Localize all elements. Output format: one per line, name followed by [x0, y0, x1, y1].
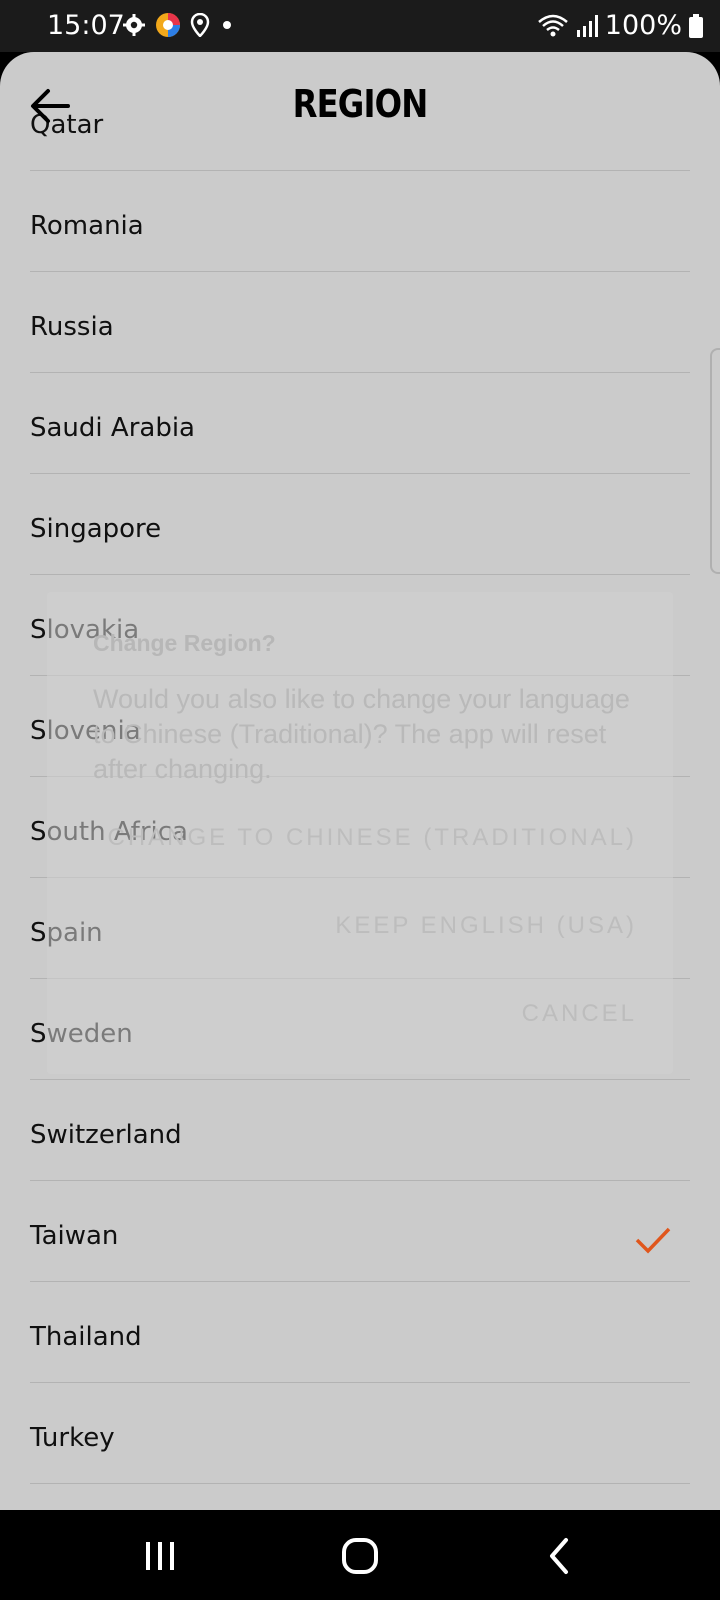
battery-icon [689, 13, 703, 38]
region-row[interactable]: Thailand [30, 1282, 690, 1383]
battery-percentage: 100% [604, 10, 682, 41]
region-row[interactable]: Saudi Arabia [30, 373, 690, 474]
recent-apps-icon[interactable] [136, 1532, 184, 1580]
wifi-icon [537, 14, 568, 36]
page-title: REGION [292, 82, 429, 126]
region-label: Switzerland [30, 1120, 182, 1150]
region-row[interactable]: Romania [30, 171, 690, 272]
region-label: Turkey [30, 1423, 115, 1453]
region-row[interactable]: Singapore [30, 474, 690, 575]
region-label: Thailand [30, 1322, 142, 1352]
region-label: Russia [30, 312, 114, 342]
dialog-title: Change Region? [93, 630, 276, 656]
back-icon[interactable] [536, 1532, 584, 1580]
signal-icon [576, 14, 598, 37]
settings-icon [123, 14, 145, 36]
dialog-message: Would you also like to change your langu… [93, 684, 630, 784]
region-row[interactable]: Turkey [30, 1383, 690, 1484]
home-icon[interactable] [336, 1532, 384, 1580]
region-sheet: Qatar Romania Russia Saudi Arabia Singapore S… [0, 52, 720, 1510]
status-bar: 15:07 100% [0, 0, 720, 52]
region-label: Taiwan [30, 1221, 119, 1251]
checkmark-icon [635, 1227, 671, 1254]
scrollbar[interactable] [710, 348, 720, 574]
region-label: Singapore [30, 514, 162, 544]
app-notification-icon [156, 13, 180, 37]
change-region-dialog: Change Region? Would you also like to ch… [47, 592, 673, 1074]
region-row[interactable]: Taiwan [30, 1181, 690, 1282]
keep-language-button[interactable]: KEEP ENGLISH (USA) [335, 912, 637, 940]
navigation-bar [0, 1510, 720, 1600]
change-language-button[interactable]: CHANGE TO CHINESE (TRADITIONAL) [108, 824, 638, 852]
status-time: 15:07 [47, 10, 125, 41]
region-label: Saudi Arabia [30, 413, 195, 443]
location-icon [190, 13, 210, 37]
region-row[interactable]: Russia [30, 272, 690, 373]
region-row[interactable]: Switzerland [30, 1080, 690, 1181]
dot-icon [223, 21, 231, 29]
cancel-button[interactable]: CANCEL [522, 1000, 637, 1028]
region-label: Romania [30, 211, 144, 241]
